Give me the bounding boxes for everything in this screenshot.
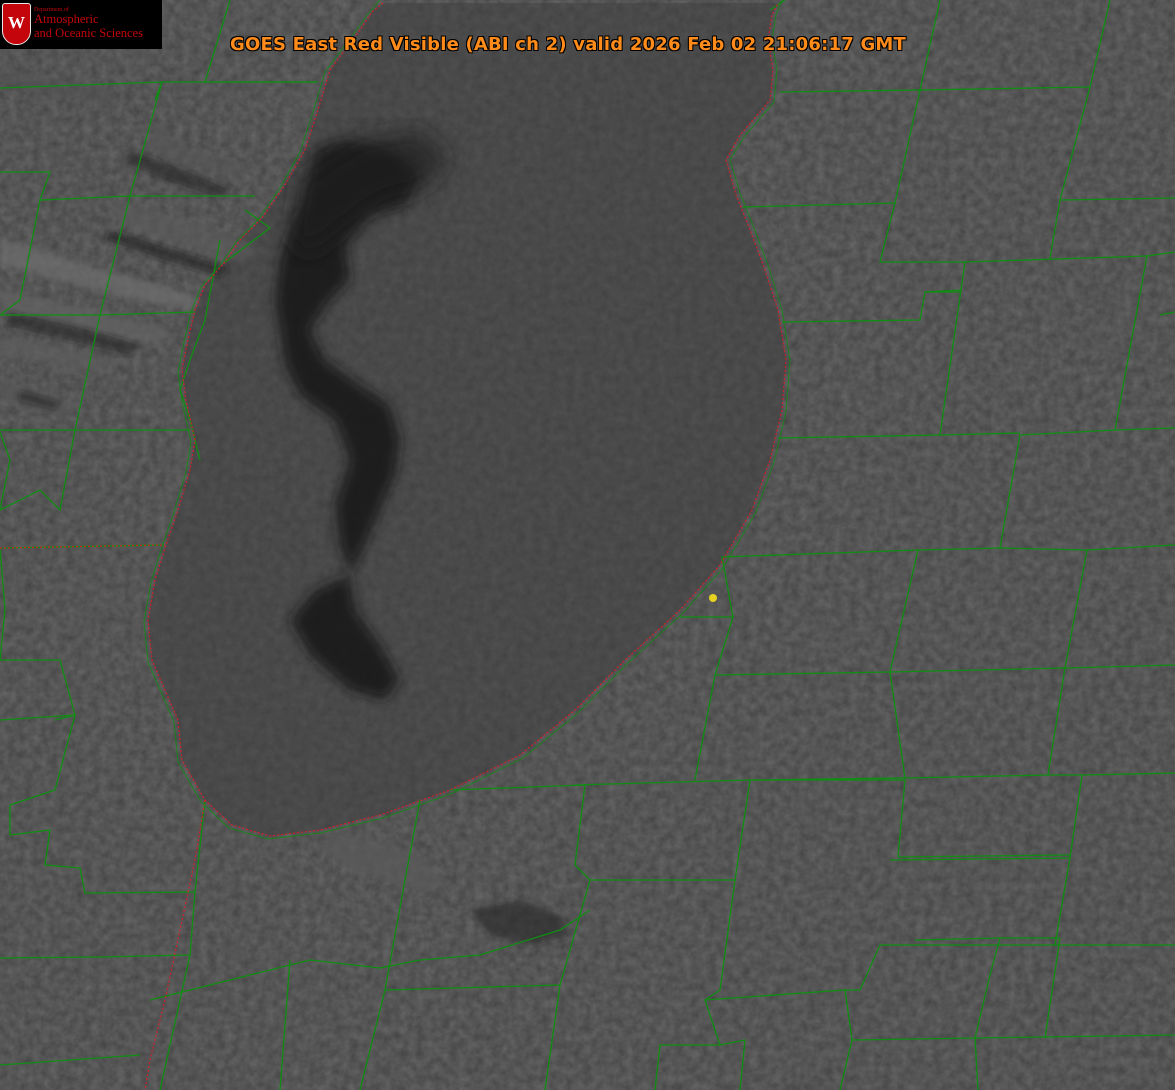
logo-line-2: and Oceanic Sciences [34,26,143,40]
image-title: GOES East Red Visible (ABI ch 2) valid 2… [230,34,907,55]
aos-logo: W Department of Atmospheric and Oceanic … [0,0,162,49]
uw-seal-icon: W [2,3,31,45]
logo-line-1: Atmospheric [34,12,99,26]
satellite-image [0,0,1175,1090]
yellow-dot-icon [709,594,717,602]
